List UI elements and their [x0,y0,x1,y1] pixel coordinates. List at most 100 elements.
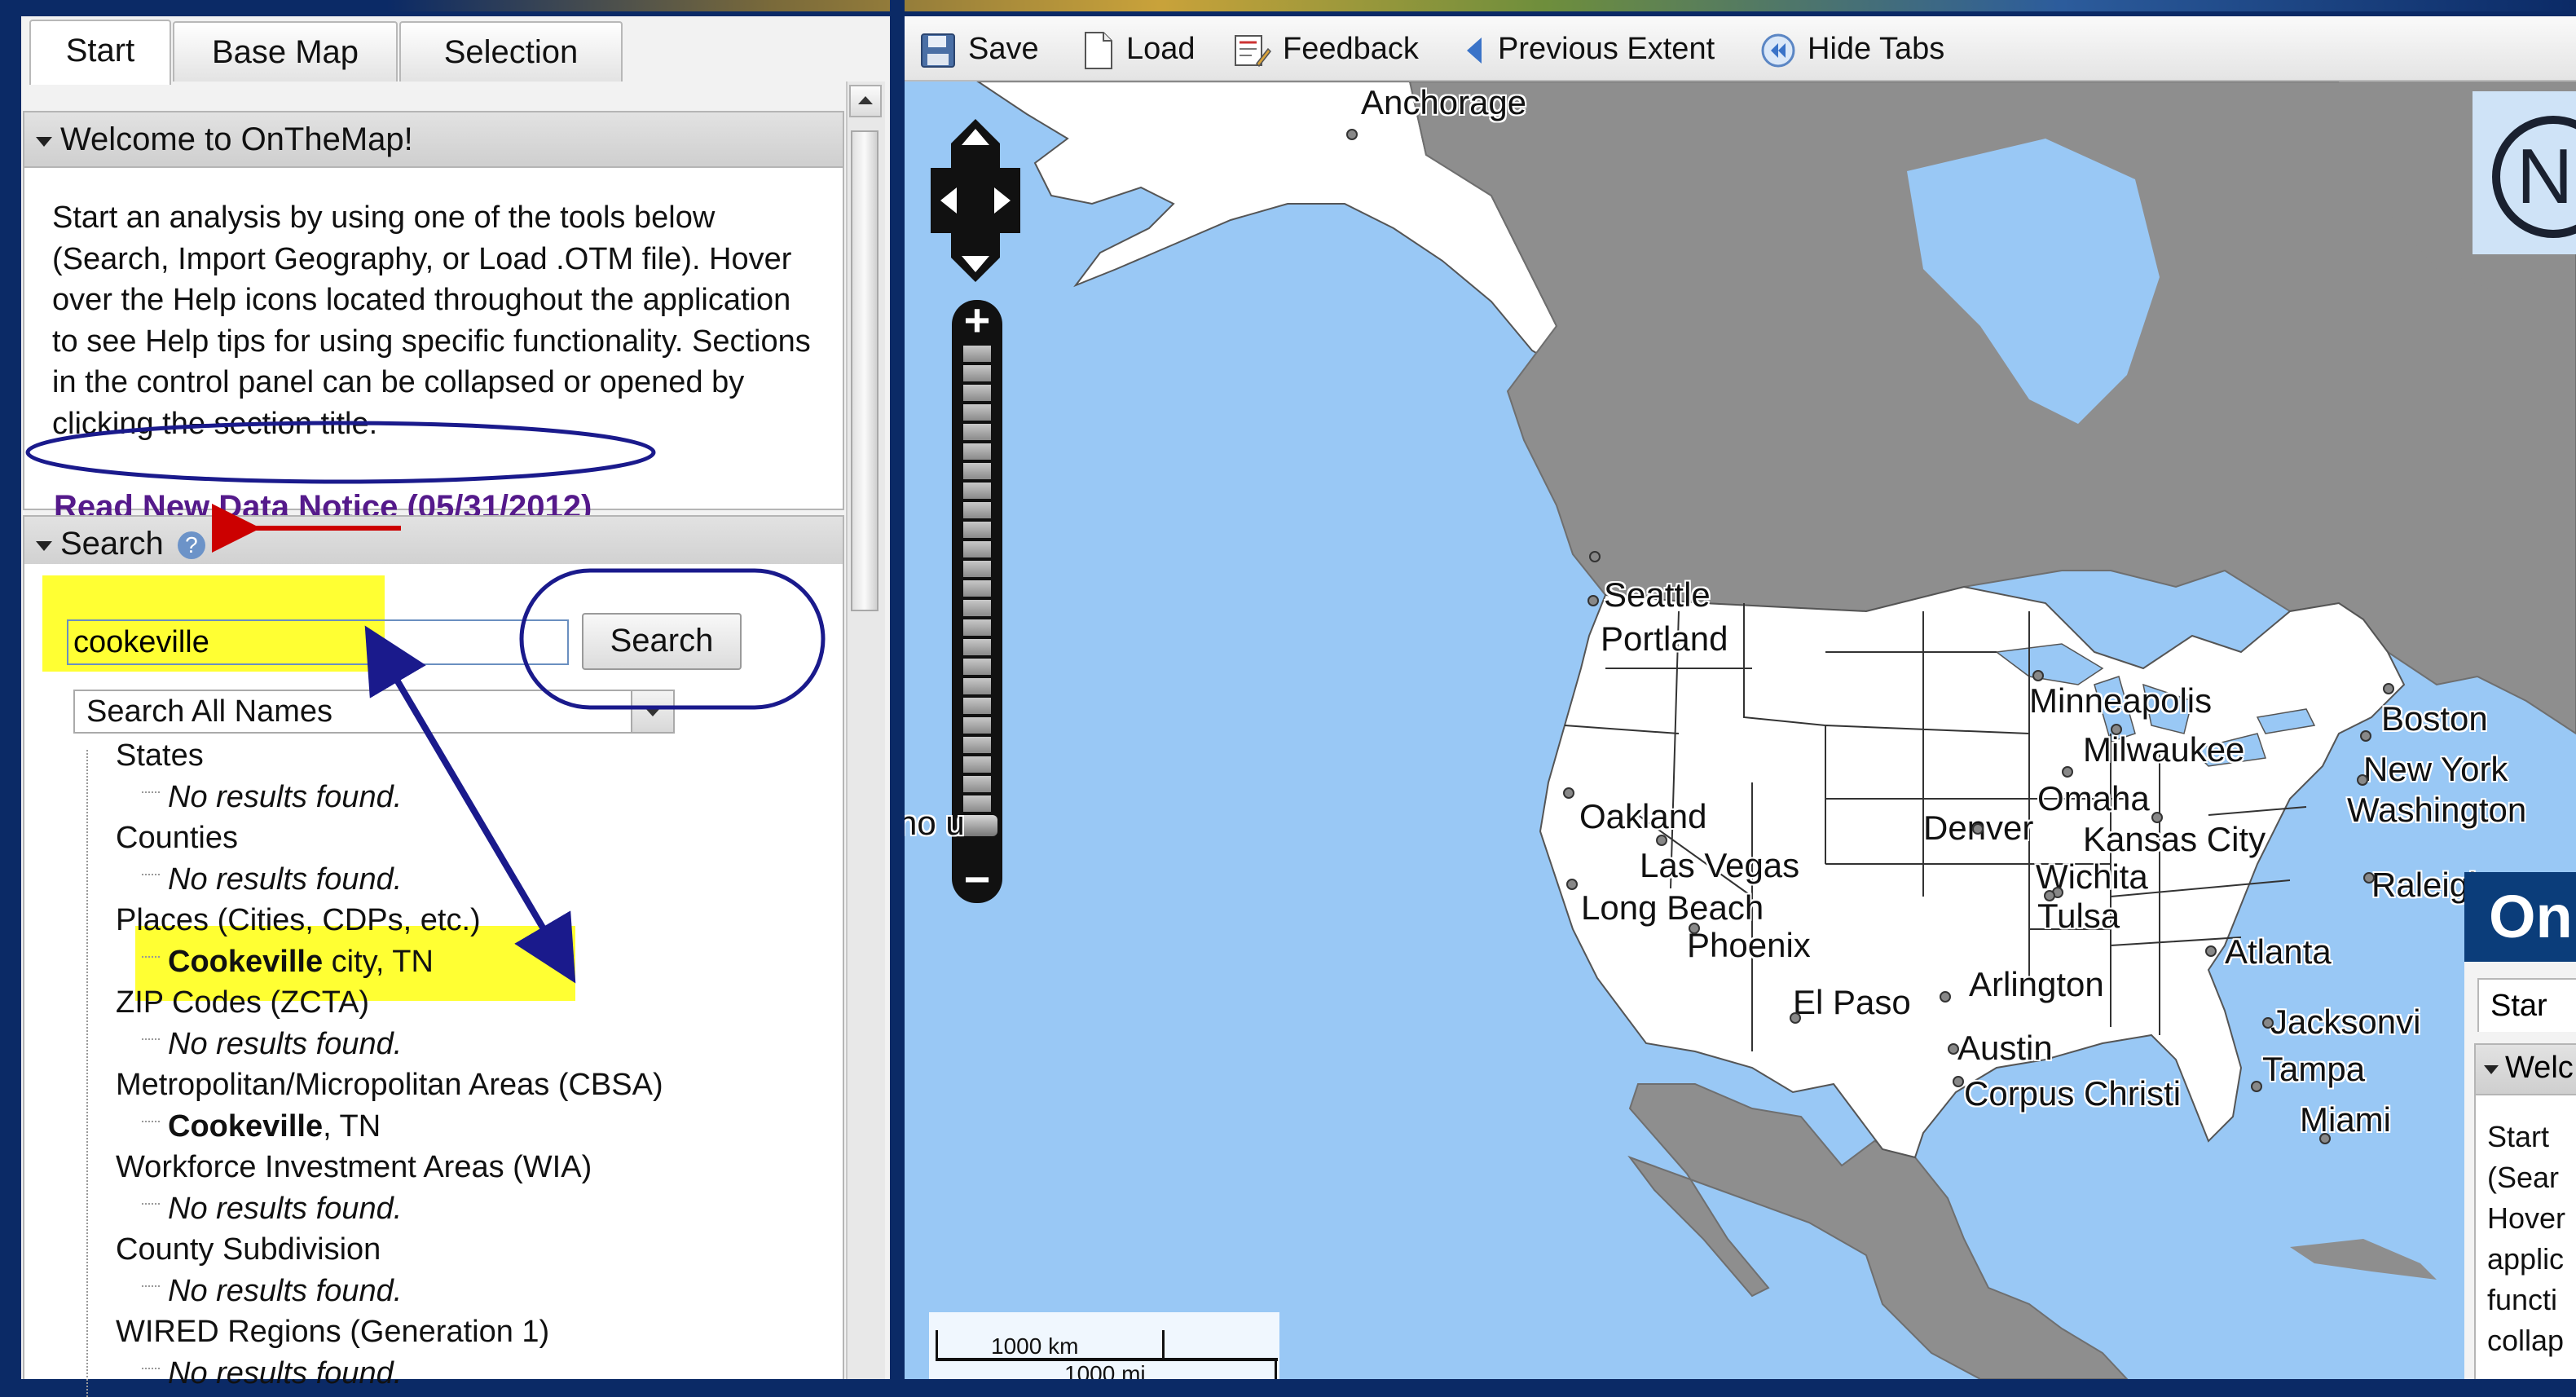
collapse-triangle-icon [2484,1065,2499,1074]
zoom-level-tick[interactable] [963,776,991,792]
zoom-level-tick[interactable] [963,659,991,675]
help-icon[interactable]: ? [177,531,205,560]
overlay-tab-start[interactable]: Star [2477,978,2576,1032]
city-dot[interactable] [1953,1076,1964,1087]
zoom-level-tick[interactable] [963,385,991,401]
city-dot[interactable] [2262,1017,2274,1029]
feedback-button[interactable]: Feedback [1232,16,1419,82]
zoom-level-tick[interactable] [963,737,991,753]
city-label: Portland [1601,619,1728,658]
city-dot[interactable] [1689,923,1700,934]
city-dot[interactable] [1563,787,1574,799]
city-label: Tampa [2262,1050,2366,1088]
search-button[interactable]: Search [582,613,742,670]
result-category[interactable]: ZIP Codes (ZCTA) [116,985,369,1020]
scale-km: 1000 km [991,1333,1079,1359]
map-toolbar: Save Load Feedback Previous Extent Hide … [905,16,2576,82]
overlay-text-line: collap [2487,1324,2565,1357]
save-button[interactable]: Save [919,16,1039,82]
overlay-welcome-header[interactable]: Welc [2474,1043,2576,1095]
zoom-level-tick[interactable] [963,639,991,655]
zoom-level-tick[interactable] [963,795,991,812]
zoom-level-tick[interactable] [963,443,991,460]
zoom-level-tick[interactable] [963,483,991,499]
zoom-out-icon[interactable]: − [958,857,996,902]
search-input[interactable] [67,619,569,665]
city-dot[interactable] [1587,595,1599,606]
zoom-level-tick[interactable] [963,600,991,616]
city-dot[interactable] [2205,945,2217,957]
zoom-level-tick[interactable] [963,346,991,362]
tab-selection[interactable]: Selection [399,21,623,82]
city-dot[interactable] [2360,730,2371,742]
zoom-level-tick[interactable] [963,698,991,714]
chevron-down-icon[interactable] [631,691,673,732]
zoom-level-tick[interactable] [963,522,991,538]
tree-connector [142,1367,160,1369]
city-dot[interactable] [1566,879,1578,890]
city-dot[interactable] [1346,129,1358,140]
scale-bar: 1000 km 1000 mi [929,1312,1279,1379]
city-dot[interactable] [2044,890,2055,901]
result-item[interactable]: Cookeville, TN [168,1109,381,1144]
city-dot[interactable] [2111,724,2122,735]
zoom-level-tick[interactable] [963,502,991,518]
hide-tabs-button[interactable]: Hide Tabs [1760,16,1944,82]
zoom-level-tick[interactable] [963,424,991,440]
result-category[interactable]: Workforce Investment Areas (WIA) [116,1150,592,1185]
city-dot[interactable] [2319,1133,2331,1144]
load-button[interactable]: Load [1082,16,1196,82]
tab-base-map[interactable]: Base Map [173,21,398,82]
zoom-level-tick[interactable] [963,717,991,734]
search-title: Search [60,526,164,562]
result-category[interactable]: County Subdivision [116,1232,381,1267]
no-results-text: No results found. [168,779,403,814]
zoom-level-tick[interactable] [963,463,991,479]
result-category[interactable]: WIRED Regions (Generation 1) [116,1315,549,1350]
city-label: Boston [2381,699,2488,738]
city-dot[interactable] [1790,1012,1801,1024]
panel-splitter[interactable] [890,0,905,1379]
city-dot[interactable] [2383,683,2394,694]
previous-extent-button[interactable]: Previous Extent [1462,16,1715,82]
document-icon [1085,31,1112,69]
result-category[interactable]: Counties [116,821,238,856]
search-scope-select[interactable]: Search All Names [73,690,675,734]
city-dot[interactable] [2251,1081,2262,1092]
zoom-level-tick[interactable] [963,678,991,694]
result-category[interactable]: Places (Cities, CDPs, etc.) [116,903,481,938]
zoom-level-tick[interactable] [963,756,991,773]
city-label: Kansas City [2083,820,2266,858]
zoom-level-tick[interactable] [963,561,991,577]
city-dot[interactable] [1948,1043,1959,1055]
result-item-suffix: city, TN [323,944,434,979]
zoom-level-tick[interactable] [963,404,991,421]
zoom-level-tick[interactable] [963,541,991,557]
result-category[interactable]: States [116,738,204,773]
zoom-level-tick[interactable] [963,619,991,636]
zoom-level-tick[interactable] [963,580,991,597]
control-panel-scrollbar[interactable] [846,82,885,1379]
city-dot[interactable] [2151,812,2163,823]
tab-start[interactable]: Start [29,20,171,85]
scroll-thumb[interactable] [851,130,878,611]
zoom-level-tick[interactable] [963,365,991,381]
result-category[interactable]: Metropolitan/Micropolitan Areas (CBSA) [116,1068,663,1103]
pan-control[interactable] [931,119,1020,282]
city-dot[interactable] [2363,872,2375,884]
city-dot[interactable] [2032,670,2044,681]
city-dot[interactable] [2062,766,2073,778]
scroll-up-button[interactable] [849,85,882,117]
city-dot[interactable] [1972,823,1984,835]
tree-connector [142,1202,160,1205]
city-dot[interactable] [2357,774,2368,786]
city-label: Las Vegas [1640,846,1800,884]
zoom-in-icon[interactable]: + [958,297,996,343]
map-panel: Save Load Feedback Previous Extent Hide … [905,16,2576,1379]
welcome-section-header[interactable]: Welcome to OnTheMap! [23,111,844,168]
city-dot[interactable] [1940,991,1951,1003]
city-dot[interactable] [1656,835,1667,846]
map-canvas[interactable] [905,82,2576,1379]
city-dot[interactable] [1589,551,1601,562]
result-item[interactable]: Cookeville city, TN [168,945,434,980]
